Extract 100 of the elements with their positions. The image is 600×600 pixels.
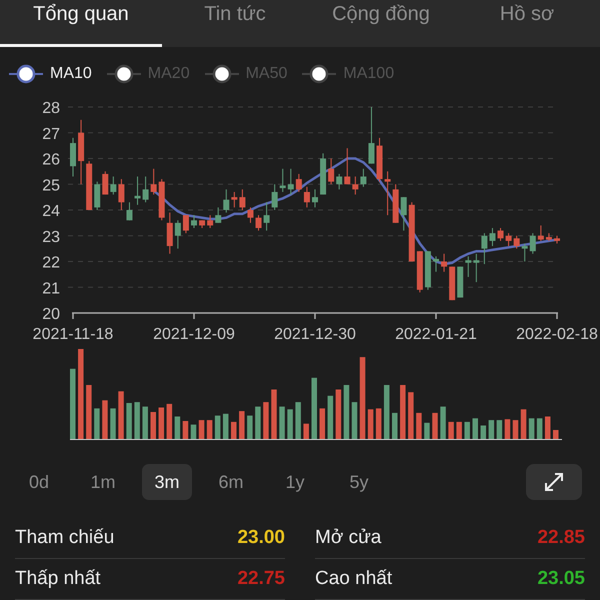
- candlestick: [522, 243, 528, 262]
- x-axis-label: 2021-12-30: [274, 326, 356, 344]
- candlestick: [481, 232, 488, 265]
- candlestick: [78, 119, 84, 185]
- x-axis-label: 2022-02-18: [516, 326, 598, 344]
- expand-icon: [543, 471, 565, 494]
- candlestick: [296, 174, 302, 193]
- candlestick: [424, 250, 431, 290]
- candlestick: [174, 220, 181, 250]
- candlestick: [118, 178, 124, 211]
- candlestick: [288, 168, 294, 196]
- candlestick: [239, 188, 246, 211]
- candlestick: [433, 256, 439, 272]
- y-axis-label: 28: [42, 100, 60, 118]
- toggle-knob-icon: [301, 64, 338, 84]
- candlestick: [449, 266, 456, 301]
- candlestick: [465, 256, 472, 278]
- candlestick: [207, 214, 214, 229]
- candlestick: [554, 235, 560, 244]
- candlestick: [384, 170, 391, 216]
- candlestick: [489, 228, 496, 247]
- stat-value: 23.00: [237, 526, 285, 549]
- period-tab[interactable]: 6m: [206, 464, 256, 500]
- candlestick: [86, 160, 92, 211]
- stat-value: 23.05: [537, 568, 585, 590]
- candlestick: [231, 192, 238, 208]
- period-tab[interactable]: 1m: [78, 464, 128, 500]
- candlestick: [102, 170, 108, 196]
- tab[interactable]: Hồ sơ: [454, 0, 600, 48]
- candlestick: [134, 176, 141, 206]
- candlestick: [264, 202, 270, 232]
- y-axis-label: 23: [42, 228, 60, 246]
- tab[interactable]: Tin tức: [162, 0, 308, 48]
- candlestick: [126, 202, 132, 221]
- y-axis-label: 26: [42, 152, 60, 169]
- candlestick: [199, 220, 206, 229]
- y-axis-label: 20: [42, 306, 60, 324]
- candlestick: [272, 184, 278, 211]
- candlestick: [376, 137, 383, 182]
- candlestick: [344, 148, 350, 185]
- candlestick: [546, 232, 552, 242]
- candlestick: [182, 214, 189, 234]
- candlestick: [142, 176, 149, 203]
- y-axis-label: 21: [42, 280, 60, 298]
- candlestick: [256, 214, 262, 232]
- period-tab[interactable]: 5y: [334, 464, 384, 500]
- toggle-knob-icon: [8, 64, 44, 84]
- candlestick: [498, 228, 504, 242]
- toggle-knob-icon: [204, 64, 240, 84]
- toggle-knob-icon: [106, 64, 142, 84]
- candlestick: [94, 181, 100, 211]
- stat-label: Cao nhất: [315, 568, 392, 590]
- stat-value: 22.75: [237, 568, 285, 590]
- tab[interactable]: Cộng đồng: [308, 0, 454, 48]
- candlestick: [70, 137, 76, 178]
- candlestick: [320, 152, 326, 196]
- stat-value: 22.85: [537, 526, 585, 549]
- candlestick: [400, 196, 407, 232]
- stat-label: Tham chiếu: [15, 526, 114, 549]
- candlestick: [360, 168, 366, 188]
- y-axis-label: 24: [42, 203, 60, 220]
- candlestick: [223, 188, 230, 214]
- candlestick: [441, 253, 448, 272]
- period-tab[interactable]: 3m: [142, 464, 192, 500]
- x-axis-label: 2021-11-18: [32, 326, 114, 344]
- candlestick: [408, 202, 415, 262]
- candlestick: [416, 250, 423, 293]
- candlestick: [304, 186, 310, 208]
- candlestick: [506, 232, 512, 247]
- candlestick: [368, 106, 374, 164]
- x-axis-label: 2021-12-09: [153, 326, 235, 344]
- candlestick: [473, 253, 480, 283]
- candlestick: [328, 158, 334, 185]
- candlestick: [215, 207, 222, 224]
- period-tab[interactable]: 1y: [270, 464, 320, 500]
- x-axis-label: 2022-01-21: [395, 326, 477, 344]
- candlestick: [352, 176, 358, 196]
- candlestick: [166, 212, 173, 254]
- y-axis-label: 25: [42, 177, 60, 194]
- expand-button[interactable]: [526, 464, 582, 500]
- y-axis-label: 27: [42, 126, 60, 143]
- candlestick: [247, 207, 254, 224]
- candlestick: [392, 184, 399, 224]
- candlestick: [514, 235, 520, 250]
- ma-toggle-label[interactable]: MA10: [50, 65, 92, 84]
- candlestick: [150, 168, 157, 196]
- candlestick: [312, 188, 318, 208]
- candlestick: [530, 232, 536, 254]
- candlestick: [457, 266, 464, 298]
- candlestick: [158, 178, 165, 221]
- stat-label: Mở cửa: [315, 526, 382, 549]
- candlestick: [336, 174, 342, 190]
- period-tab[interactable]: 0d: [14, 464, 64, 500]
- candlestick: [191, 214, 197, 229]
- y-axis-label: 22: [42, 254, 60, 272]
- candlestick: [280, 168, 286, 193]
- stat-label: Thấp nhất: [15, 568, 101, 590]
- tab[interactable]: Tổng quan: [0, 0, 162, 48]
- candlestick: [538, 225, 544, 242]
- candlestick: [110, 176, 116, 196]
